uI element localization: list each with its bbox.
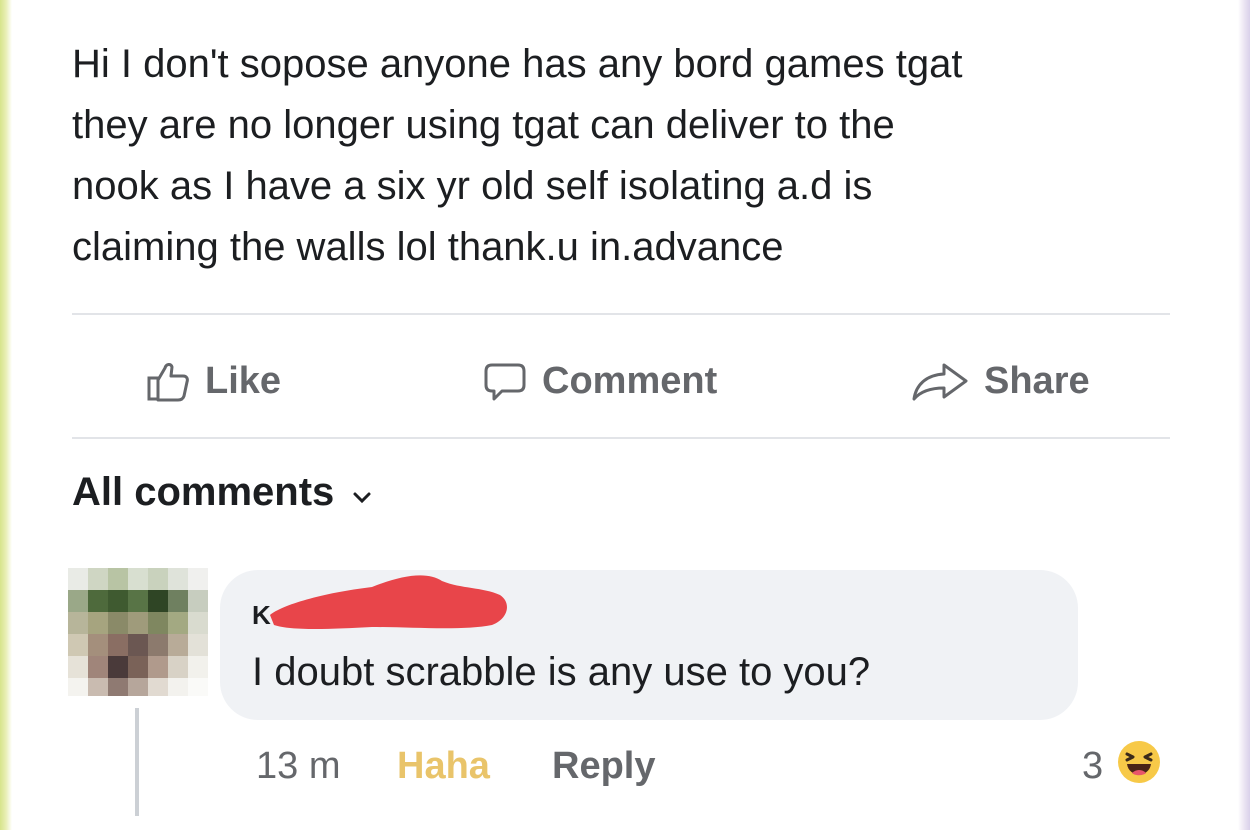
chevron-down-icon bbox=[352, 470, 372, 515]
share-button[interactable]: Share bbox=[908, 356, 1090, 406]
comment-button[interactable]: Comment bbox=[482, 356, 717, 406]
thread-line bbox=[135, 708, 139, 816]
share-label: Share bbox=[984, 359, 1090, 402]
haha-emoji-icon[interactable] bbox=[1115, 738, 1163, 791]
speech-bubble-icon bbox=[482, 359, 528, 403]
comment-label: Comment bbox=[542, 359, 718, 402]
name-redaction-scribble bbox=[262, 565, 512, 640]
haha-reaction-button[interactable]: Haha bbox=[397, 745, 490, 788]
reaction-count[interactable]: 3 bbox=[1082, 745, 1103, 788]
all-comments-label: All comments bbox=[72, 470, 335, 514]
share-arrow-icon bbox=[908, 359, 970, 403]
divider-bottom bbox=[72, 437, 1170, 439]
divider-top bbox=[72, 313, 1170, 315]
thumbs-up-icon bbox=[145, 359, 191, 403]
avatar[interactable] bbox=[68, 568, 208, 696]
like-label: Like bbox=[205, 359, 282, 402]
post-text: Hi I don't sopose anyone has any bord ga… bbox=[72, 42, 963, 269]
like-button[interactable]: Like bbox=[145, 356, 281, 406]
reply-button[interactable]: Reply bbox=[552, 745, 655, 788]
comment-text: I doubt scrabble is any use to you? bbox=[252, 650, 871, 694]
all-comments-dropdown[interactable]: All comments bbox=[72, 470, 372, 515]
comment-timestamp[interactable]: 13 m bbox=[256, 745, 340, 788]
